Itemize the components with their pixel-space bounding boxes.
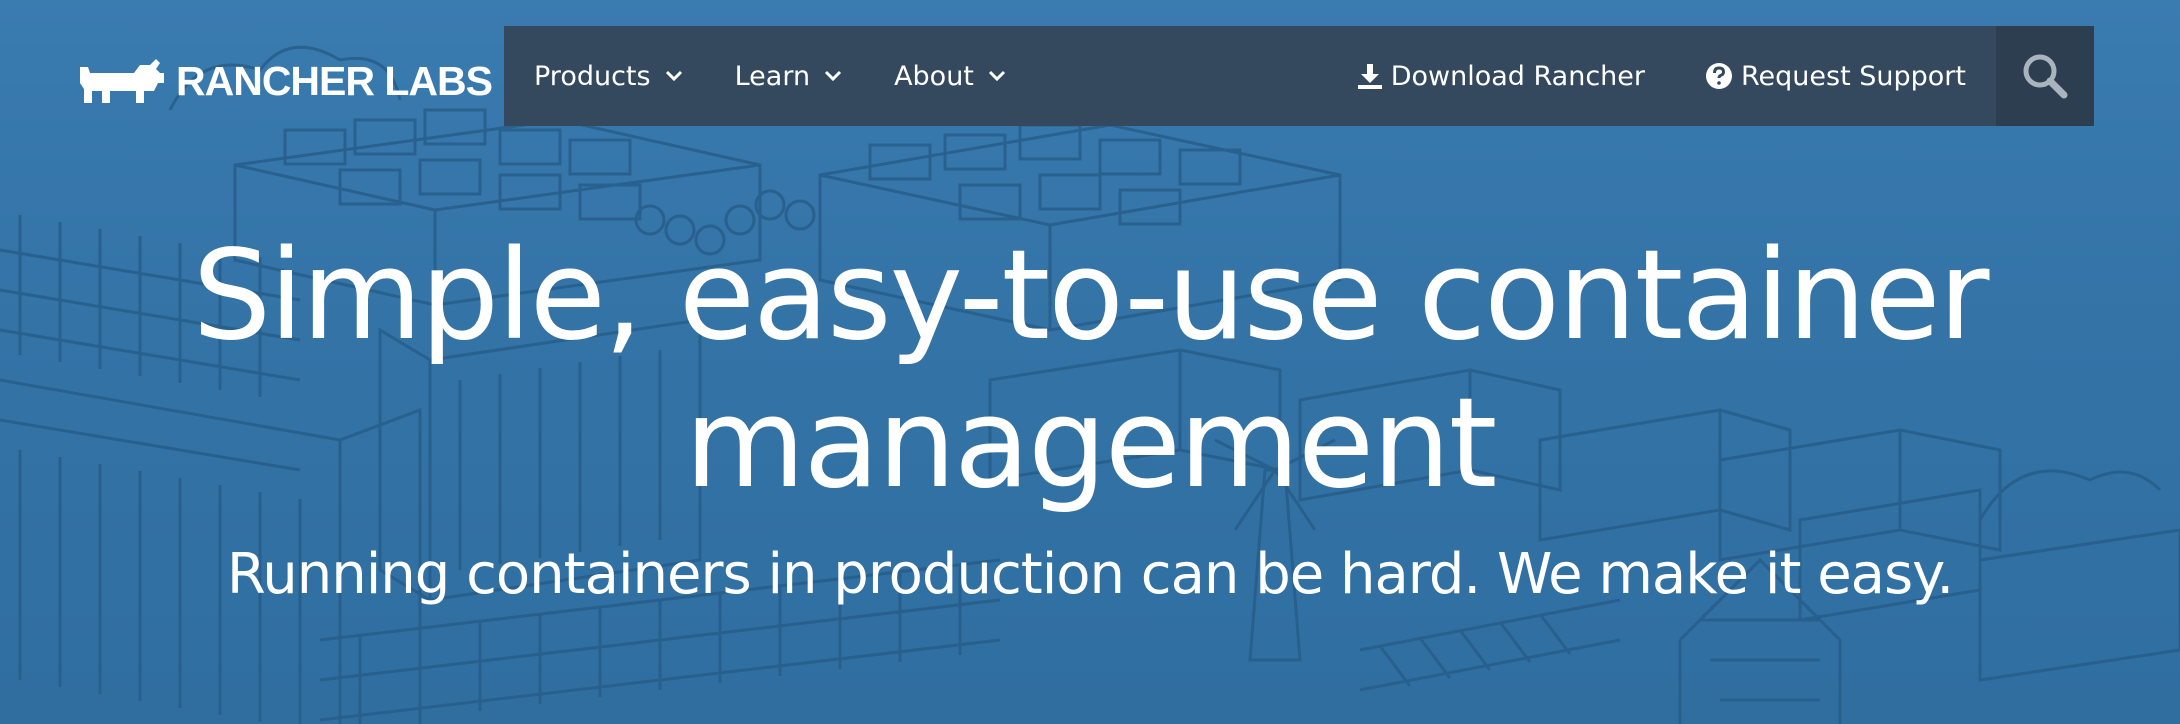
- hero-headline: Simple, easy-to-use container management: [0, 222, 2180, 518]
- top-navbar: Products Learn About Download Rancher Re…: [504, 26, 2094, 126]
- request-support-link[interactable]: Request Support: [1705, 61, 1966, 92]
- nav-item-label: Learn: [734, 60, 811, 92]
- download-icon: [1357, 64, 1382, 89]
- hero-subheadline: Running containers in production can be …: [226, 542, 1954, 607]
- hero-headline-line2: management: [684, 372, 1498, 516]
- download-rancher-link[interactable]: Download Rancher: [1357, 61, 1645, 92]
- search-button[interactable]: [1996, 26, 2094, 126]
- request-support-label: Request Support: [1741, 60, 1966, 92]
- brand-name: RANCHER LABS: [176, 57, 493, 104]
- download-rancher-label: Download Rancher: [1390, 60, 1645, 92]
- nav-secondary: Download Rancher Request Support: [1357, 26, 1966, 126]
- chevron-down-icon: [988, 70, 1005, 82]
- nav-item-products[interactable]: Products: [534, 61, 683, 92]
- rancher-bull-icon: [80, 59, 164, 103]
- nav-item-about[interactable]: About: [894, 61, 1006, 92]
- nav-item-learn[interactable]: Learn: [735, 61, 842, 92]
- question-circle-icon: [1706, 63, 1732, 89]
- search-icon: [2023, 54, 2068, 99]
- chevron-down-icon: [825, 70, 842, 82]
- nav-item-label: About: [894, 60, 974, 92]
- chevron-down-icon: [665, 70, 682, 82]
- hero-headline-line1: Simple, easy-to-use container: [192, 224, 1989, 368]
- brand-logo[interactable]: RANCHER LABS: [74, 56, 493, 106]
- hero-section: RANCHER LABS Products Learn About Downlo…: [0, 0, 2180, 724]
- nav-primary: Products Learn About: [534, 26, 1006, 126]
- nav-item-label: Products: [534, 60, 651, 92]
